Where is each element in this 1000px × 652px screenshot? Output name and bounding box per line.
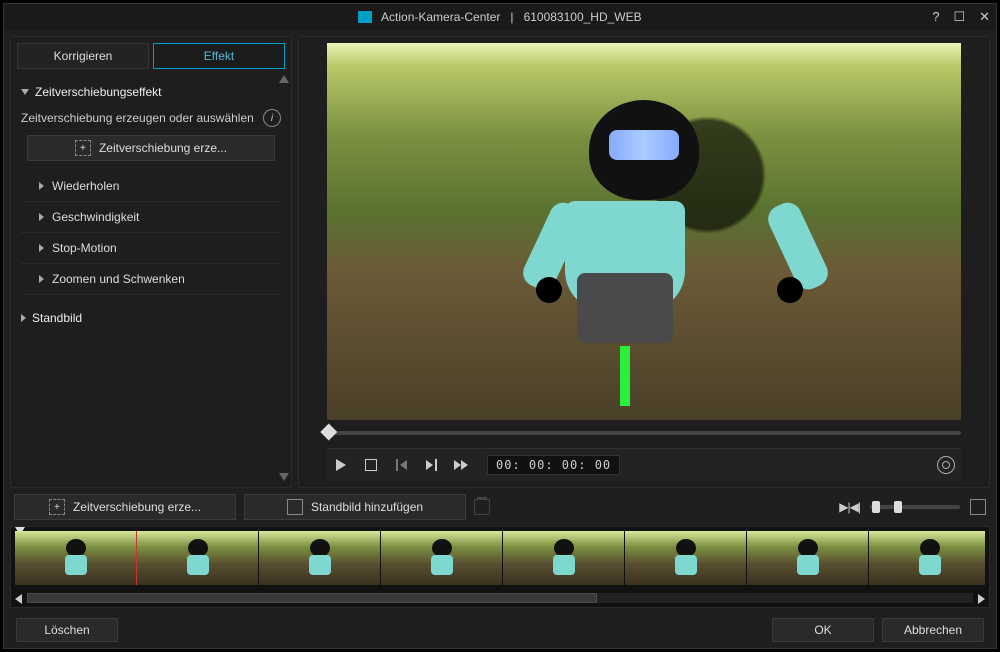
item-speed[interactable]: Geschwindigkeit [21, 202, 281, 233]
chevron-right-icon [21, 314, 26, 322]
thumbnail[interactable] [747, 531, 868, 585]
stop-button[interactable] [363, 457, 379, 473]
section-timeshift[interactable]: Zeitverschiebungseffekt [21, 79, 281, 105]
thumbnail[interactable] [15, 531, 136, 585]
window-title: Action-Kamera-Center | 610083100_HD_WEB [4, 10, 996, 24]
help-icon[interactable]: ? [932, 9, 939, 25]
item-repeat[interactable]: Wiederholen [21, 171, 281, 202]
thumbnail[interactable] [137, 531, 258, 585]
step-back-button[interactable] [393, 457, 409, 473]
add-range-icon: + [75, 140, 91, 156]
file-name: 610083100_HD_WEB [524, 10, 642, 24]
thumbnail[interactable] [259, 531, 380, 585]
preview-pane: 00: 00: 00: 00 [298, 36, 990, 488]
zoom-slider[interactable] [870, 500, 960, 514]
timeshift-hint: Zeitverschiebung erzeugen oder auswählen [21, 111, 254, 125]
app-name: Action-Kamera-Center [381, 10, 500, 24]
tab-effect[interactable]: Effekt [153, 43, 285, 69]
footer: Löschen OK Abbrechen [10, 612, 990, 648]
step-forward-button[interactable] [423, 457, 439, 473]
chevron-right-icon [39, 213, 44, 221]
side-panel: Korrigieren Effekt Zeitverschiebungseffe… [10, 36, 292, 488]
fit-timeline-button[interactable]: ▶|◀| [839, 500, 860, 514]
add-range-icon: + [49, 499, 65, 515]
expand-timeline-button[interactable] [970, 499, 986, 515]
filmstrip-scrollbar[interactable] [27, 593, 973, 603]
chevron-right-icon [39, 182, 44, 190]
trash-icon [474, 499, 490, 515]
delete-clip-button[interactable] [474, 499, 490, 515]
scroll-up-icon[interactable] [279, 75, 289, 83]
timecode[interactable]: 00: 00: 00: 00 [487, 455, 620, 475]
chevron-right-icon [39, 244, 44, 252]
settings-icon[interactable] [937, 456, 955, 474]
timeline-toolbar: + Zeitverschiebung erze... Standbild hin… [10, 492, 990, 522]
snapshot-icon [287, 499, 303, 515]
cancel-button[interactable]: Abbrechen [882, 618, 984, 642]
window: Action-Kamera-Center | 610083100_HD_WEB … [3, 3, 997, 649]
create-timeshift-button[interactable]: + Zeitverschiebung erze... [27, 135, 275, 161]
thumbnail-row[interactable] [15, 531, 985, 585]
delete-button[interactable]: Löschen [16, 618, 118, 642]
fast-forward-button[interactable] [453, 457, 469, 473]
seek-slider[interactable] [327, 424, 961, 442]
section-still[interactable]: Standbild [21, 305, 281, 331]
thumbnail[interactable] [503, 531, 624, 585]
transport-bar: 00: 00: 00: 00 [327, 448, 961, 481]
maximize-icon[interactable]: ☐ [953, 9, 965, 25]
titlebar: Action-Kamera-Center | 610083100_HD_WEB … [4, 4, 996, 30]
panel-scrollbar[interactable] [279, 75, 289, 481]
item-zoom-pan[interactable]: Zoomen und Schwenken [21, 264, 281, 295]
chevron-right-icon [39, 275, 44, 283]
toolbar-create-button[interactable]: + Zeitverschiebung erze... [14, 494, 236, 520]
scroll-down-icon[interactable] [279, 473, 289, 481]
tab-correct[interactable]: Korrigieren [17, 43, 149, 69]
ok-button[interactable]: OK [772, 618, 874, 642]
scroll-left-icon[interactable] [15, 594, 22, 604]
thumbnail[interactable] [381, 531, 502, 585]
thumbnail[interactable] [869, 531, 985, 585]
thumbnail[interactable] [625, 531, 746, 585]
app-logo-icon [358, 11, 372, 23]
close-icon[interactable]: ✕ [979, 9, 990, 25]
scroll-right-icon[interactable] [978, 594, 985, 604]
item-stopmotion[interactable]: Stop-Motion [21, 233, 281, 264]
filmstrip [10, 526, 990, 608]
toolbar-addstill-button[interactable]: Standbild hinzufügen [244, 494, 466, 520]
seek-knob[interactable] [320, 424, 337, 441]
chevron-down-icon [21, 89, 29, 95]
scrollbar-handle[interactable] [27, 593, 597, 603]
video-preview[interactable] [327, 43, 961, 420]
play-button[interactable] [333, 457, 349, 473]
